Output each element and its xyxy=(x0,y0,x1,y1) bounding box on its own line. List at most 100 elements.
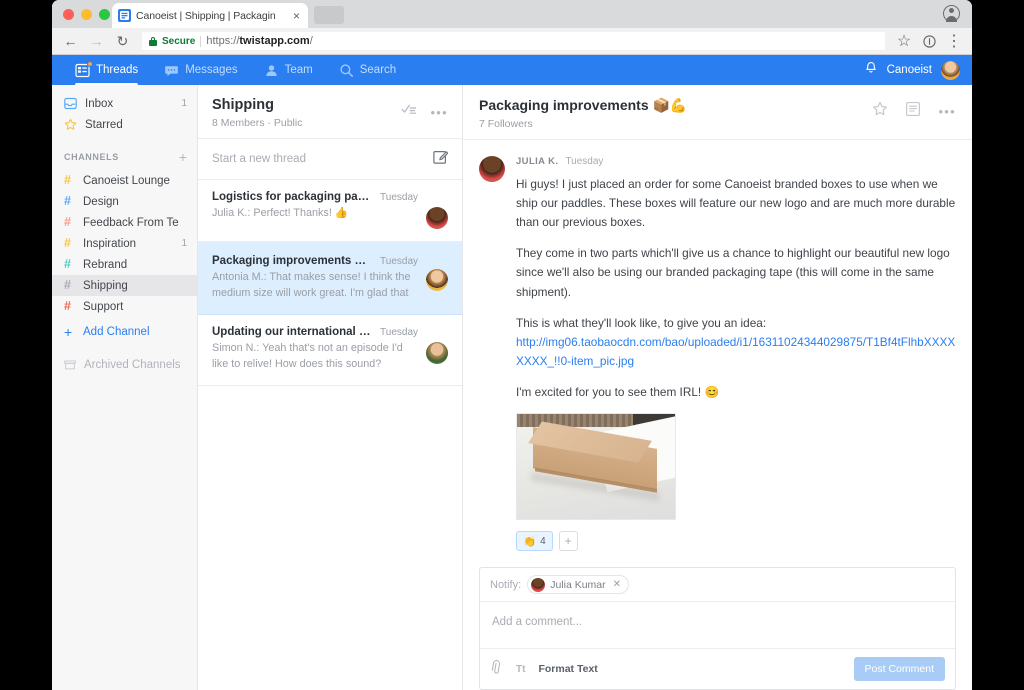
avatar[interactable] xyxy=(479,156,505,182)
message-link[interactable]: http://img06.taobaocdn.com/bao/uploaded/… xyxy=(516,335,955,368)
sidebar-item-starred[interactable]: Starred xyxy=(52,114,197,135)
sidebar-item-inbox[interactable]: Inbox 1 xyxy=(52,93,197,114)
nav-item-threads[interactable]: Threads xyxy=(62,55,151,85)
minimize-window-button[interactable] xyxy=(81,9,92,20)
star-icon xyxy=(64,118,77,131)
sidebar-item-shipping[interactable]: # Shipping xyxy=(52,275,197,296)
thread-snippet: Julia K.: Perfect! Thanks! 👍 xyxy=(212,207,349,219)
nav-label-team: Team xyxy=(284,64,313,76)
browser-menu-icon[interactable]: ⋮ xyxy=(946,33,962,50)
sidebar-item-feedback-from-testers[interactable]: # Feedback From Testers xyxy=(52,212,197,233)
inbox-icon xyxy=(64,97,77,110)
reaction-pill[interactable]: 👏 4 xyxy=(516,531,553,552)
thread-snippet: Antonia M.: That makes sense! I think th… xyxy=(212,271,411,299)
window-controls[interactable] xyxy=(63,9,110,20)
more-icon[interactable]: ••• xyxy=(938,105,956,118)
hash-icon: # xyxy=(64,278,71,293)
close-window-button[interactable] xyxy=(63,9,74,20)
mark-read-icon[interactable] xyxy=(905,101,921,122)
messages-icon xyxy=(164,63,179,78)
star-icon[interactable] xyxy=(872,101,888,122)
reaction-count: 4 xyxy=(540,535,546,547)
sidebar-channel-label: Shipping xyxy=(83,279,128,292)
hash-icon: # xyxy=(64,215,71,230)
notify-row: Notify: Julia Kumar ✕ xyxy=(480,568,955,602)
thread-list-item[interactable]: Logistics for packaging paddles Tuesday … xyxy=(198,180,462,242)
message-paragraph: This is what they'll look like, to give … xyxy=(516,315,767,330)
add-reaction-button[interactable]: + xyxy=(558,531,578,552)
search-icon xyxy=(339,63,354,78)
post-comment-button[interactable]: Post Comment xyxy=(853,657,945,681)
hash-icon: # xyxy=(64,194,71,209)
close-tab-button[interactable]: × xyxy=(291,10,302,22)
nav-item-team[interactable]: Team xyxy=(251,55,326,85)
reload-button[interactable]: ↻ xyxy=(114,33,131,50)
user-avatar[interactable] xyxy=(941,60,960,80)
reactions-row: 👏 4 + xyxy=(516,531,956,552)
remove-chip-icon[interactable]: ✕ xyxy=(613,579,621,590)
sidebar-channel-count: 1 xyxy=(181,238,187,249)
sidebar-item-add-channel[interactable]: + Add Channel xyxy=(52,321,197,342)
browser-tab-strip: Canoeist | Shipping | Packagin × xyxy=(52,0,972,28)
browser-profile-icon[interactable] xyxy=(943,5,960,22)
notify-label: Notify: xyxy=(490,578,522,591)
sidebar-item-support[interactable]: # Support xyxy=(52,296,197,317)
sidebar-item-rebrand[interactable]: # Rebrand xyxy=(52,254,197,275)
thread-list-item[interactable]: Updating our international shipping po..… xyxy=(198,315,462,386)
workspace-name[interactable]: Canoeist xyxy=(887,64,932,76)
comment-placeholder: Add a comment... xyxy=(492,616,583,628)
sidebar-item-canoeist-lounge[interactable]: # Canoeist Lounge xyxy=(52,170,197,191)
message-time: Tuesday xyxy=(565,156,604,167)
threads-icon xyxy=(75,60,93,78)
avatar xyxy=(531,577,546,592)
thread-list: Logistics for packaging paddles Tuesday … xyxy=(198,180,462,690)
comment-composer: Notify: Julia Kumar ✕ Add a comment... T… xyxy=(479,567,956,690)
sidebar: Inbox 1 Starred CHANNELS + # Canoeist Lo… xyxy=(52,85,198,690)
compose-icon[interactable] xyxy=(433,149,449,169)
thread-date: Tuesday xyxy=(380,192,418,203)
composer-footer: Tt Format Text Post Comment xyxy=(480,648,955,689)
sidebar-item-inspiration[interactable]: # Inspiration 1 xyxy=(52,233,197,254)
packaging-box-photo[interactable] xyxy=(516,413,676,521)
top-nav-right: Canoeist xyxy=(864,55,972,85)
new-tab-button[interactable] xyxy=(314,6,344,24)
bookmark-star-icon[interactable]: ☆ xyxy=(896,33,912,50)
address-bar[interactable]: Secure https://twistapp.com/ xyxy=(142,32,885,50)
format-text-icon[interactable]: Tt xyxy=(516,664,525,675)
forward-button[interactable]: → xyxy=(88,33,105,50)
url-text: https://twistapp.com/ xyxy=(206,35,312,47)
add-channel-icon[interactable]: + xyxy=(179,150,187,164)
message-text: Hi guys! I just placed an order for some… xyxy=(516,175,956,402)
mark-all-read-icon[interactable] xyxy=(401,103,417,121)
message: JULIA K. Tuesday Hi guys! I just placed … xyxy=(479,140,956,552)
tab-title: Canoeist | Shipping | Packagin xyxy=(136,9,276,22)
app-top-nav: Threads Messages Team Search Canoeist xyxy=(52,55,972,85)
thread-followers: 7 Followers xyxy=(479,118,533,130)
info-icon[interactable] xyxy=(921,33,937,49)
paperclip-icon[interactable] xyxy=(487,659,507,680)
thread-list-item-selected[interactable]: Packaging improvements 📦💪 Tuesday Antoni… xyxy=(198,242,462,315)
thread-title: Logistics for packaging paddles xyxy=(212,191,375,203)
start-new-thread-row[interactable]: Start a new thread xyxy=(198,139,462,180)
sidebar-item-archived-channels[interactable]: Archived Channels xyxy=(52,354,197,375)
nav-item-messages[interactable]: Messages xyxy=(151,55,250,85)
sidebar-item-design[interactable]: # Design xyxy=(52,191,197,212)
browser-tab[interactable]: Canoeist | Shipping | Packagin × xyxy=(112,3,308,28)
comment-input[interactable]: Add a comment... xyxy=(480,602,955,648)
sidebar-channel-label: Rebrand xyxy=(83,258,128,271)
bell-icon[interactable] xyxy=(864,61,878,80)
nav-item-search[interactable]: Search xyxy=(326,55,409,85)
thread-detail-title: Packaging improvements 📦💪 xyxy=(479,97,688,113)
url-scheme: https:// xyxy=(206,35,240,47)
hash-icon: # xyxy=(64,257,71,272)
notify-chip[interactable]: Julia Kumar ✕ xyxy=(527,575,630,594)
nav-label-threads: Threads xyxy=(96,64,139,76)
back-button[interactable]: ← xyxy=(62,33,79,50)
nav-label-search: Search xyxy=(359,64,397,76)
plus-icon: + xyxy=(64,323,73,340)
more-icon[interactable]: ••• xyxy=(430,106,448,119)
thread-date: Tuesday xyxy=(380,256,418,267)
browser-toolbar: ← → ↻ Secure https://twistapp.com/ ☆ ⋮ xyxy=(52,28,972,55)
maximize-window-button[interactable] xyxy=(99,9,110,20)
format-text-button[interactable]: Format Text xyxy=(538,663,597,675)
